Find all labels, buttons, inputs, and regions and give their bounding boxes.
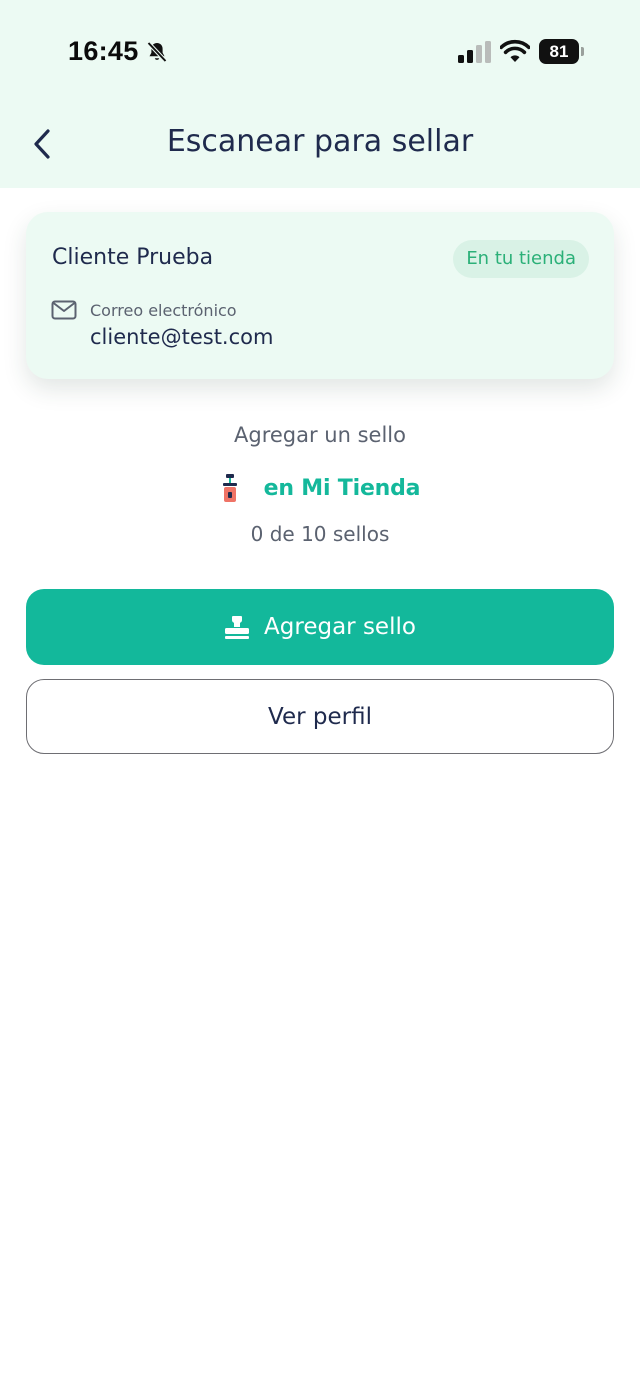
- stamp-count: 0 de 10 sellos: [250, 522, 390, 546]
- page-title: Escanear para sellar: [166, 124, 474, 159]
- customer-card: Cliente Prueba En tu tienda Correo elect…: [26, 212, 614, 379]
- store-row: en Mi Tienda: [0, 471, 640, 505]
- add-stamp-button[interactable]: Agregar sello: [26, 589, 614, 665]
- email-label: Correo electrónico: [90, 301, 237, 320]
- view-profile-label: Ver perfil: [268, 703, 372, 730]
- status-badge: En tu tienda: [453, 240, 589, 278]
- top-header: 16:45 81 Escanear para sellar: [0, 0, 640, 188]
- customer-name: Cliente Prueba: [52, 245, 214, 270]
- stamp-icon: [225, 616, 250, 639]
- battery-cap: [581, 47, 584, 56]
- signal-icon: [458, 41, 491, 63]
- battery-icon: 81: [539, 39, 585, 64]
- store-name: en Mi Tienda: [263, 475, 421, 501]
- status-time: 16:45: [68, 36, 139, 66]
- screen: 16:45 81 Escanear para sellar Cliente Pr…: [0, 0, 640, 1391]
- email-value: cliente@test.com: [90, 325, 274, 349]
- add-stamp-label: Agregar sello: [264, 614, 416, 640]
- bell-slash-icon: [147, 41, 167, 63]
- store-logo-icon: [222, 474, 237, 502]
- add-stamp-prompt: Agregar un sello: [234, 423, 406, 447]
- battery-level: 81: [539, 39, 579, 64]
- mail-icon: [51, 300, 77, 320]
- view-profile-button[interactable]: Ver perfil: [26, 679, 614, 754]
- nav-bar: Escanear para sellar: [0, 100, 640, 188]
- status-bar: 16:45 81: [0, 0, 640, 100]
- wifi-icon: [500, 39, 530, 62]
